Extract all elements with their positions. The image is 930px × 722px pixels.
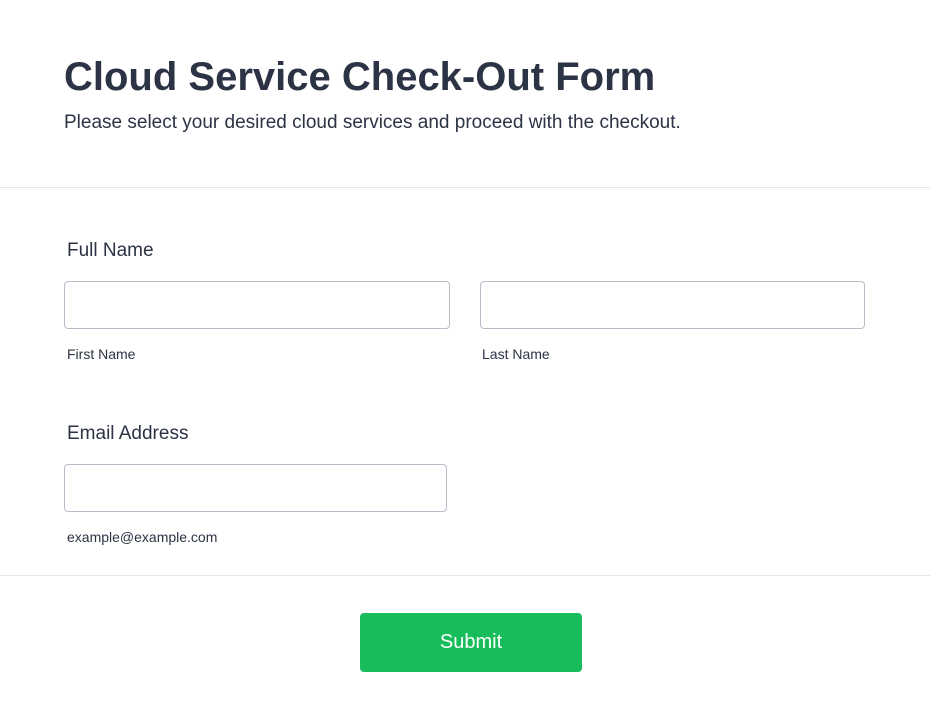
submit-button[interactable]: Submit bbox=[360, 613, 582, 672]
page-title: Cloud Service Check-Out Form bbox=[64, 55, 656, 99]
footer-divider bbox=[0, 575, 930, 576]
last-name-sublabel: Last Name bbox=[482, 346, 550, 362]
email-input[interactable] bbox=[64, 464, 447, 512]
full-name-label: Full Name bbox=[67, 240, 154, 261]
last-name-input[interactable] bbox=[480, 281, 865, 329]
page-subtitle: Please select your desired cloud service… bbox=[64, 112, 681, 133]
first-name-sublabel: First Name bbox=[67, 346, 136, 362]
first-name-input[interactable] bbox=[64, 281, 450, 329]
email-label: Email Address bbox=[67, 423, 189, 444]
form-header: Cloud Service Check-Out Form Please sele… bbox=[0, 0, 930, 188]
email-sublabel: example@example.com bbox=[67, 529, 218, 545]
